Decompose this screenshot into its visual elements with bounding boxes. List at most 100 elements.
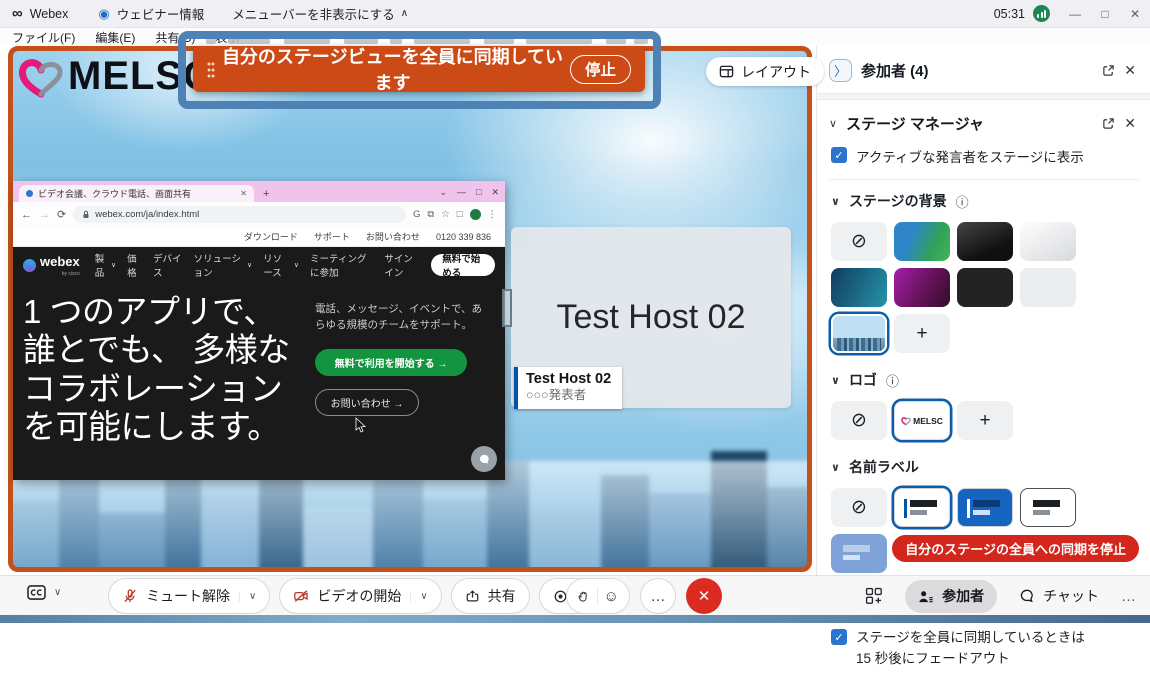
popout-icon[interactable]	[1102, 117, 1115, 130]
hero-start-free-button[interactable]: 無料で利用を開始する →	[315, 349, 467, 376]
resize-handle[interactable]	[502, 289, 512, 327]
nav-resources[interactable]: リソース∨	[263, 251, 299, 279]
fadeout-checkbox-row[interactable]: ✓ ステージを全員に同期しているときは 15 秒後にフェードアウト	[817, 615, 1150, 683]
link-contact[interactable]: お問い合わせ	[366, 230, 420, 243]
background-none-option[interactable]: ⊘	[831, 222, 887, 261]
name-label-section-header[interactable]: ∨ 名前ラベル	[817, 446, 1150, 481]
site-logo[interactable]: webex by cisco	[23, 253, 80, 277]
background-option-purple[interactable]	[894, 268, 950, 307]
info-icon[interactable]: ⓘ	[956, 192, 969, 211]
raise-hand-icon[interactable]	[577, 589, 591, 604]
share-screen-icon	[465, 589, 480, 604]
name-label-style3[interactable]	[1020, 488, 1076, 527]
background-option-black[interactable]	[957, 268, 1013, 307]
browser-maximize-icon[interactable]: □	[476, 187, 481, 198]
browser-close-icon[interactable]: ✕	[491, 187, 499, 198]
video-options-chevron-icon[interactable]: ∨	[410, 591, 427, 602]
nav-join-meeting[interactable]: ミーティングに参加	[310, 251, 372, 279]
name-label-style2[interactable]	[957, 488, 1013, 527]
browser-more-icon[interactable]: ⋮	[488, 209, 498, 220]
mic-options-chevron-icon[interactable]: ∨	[239, 591, 256, 602]
participants-panel-button[interactable]: 参加者	[905, 580, 997, 613]
logo-add-button[interactable]: +	[957, 401, 1013, 440]
popout-icon[interactable]	[1102, 64, 1115, 77]
more-options-button[interactable]: …	[640, 578, 676, 614]
link-support[interactable]: サポート	[314, 230, 350, 243]
connection-quality-icon[interactable]	[1033, 5, 1050, 22]
name-label-style1-selected[interactable]	[894, 488, 950, 527]
new-tab-button[interactable]: +	[263, 188, 269, 202]
hide-menubar-button[interactable]: メニューバーを非表示にする ∧	[232, 4, 408, 23]
site-logo-text: webex	[40, 254, 80, 269]
layout-button[interactable]: レイアウト	[706, 57, 824, 86]
nav-signin[interactable]: サインイン	[384, 251, 419, 279]
site-chat-widget[interactable]	[471, 446, 497, 472]
unmute-button[interactable]: ミュート解除 ∨	[108, 578, 270, 614]
active-speaker-checkbox-row[interactable]: ✓ アクティブな発言者をステージに表示	[817, 145, 1150, 179]
browser-menu-caret-icon[interactable]: ⌄	[439, 187, 447, 198]
chevron-down-icon[interactable]: ∨	[829, 117, 837, 130]
reactions-smiley-icon[interactable]: ☺	[604, 588, 619, 605]
logo-section-header[interactable]: ∨ ロゴ ⓘ	[817, 359, 1150, 394]
bookmark-star-icon[interactable]: ☆	[441, 209, 450, 220]
apps-grid-icon[interactable]	[865, 587, 883, 605]
background-option-gray[interactable]	[1020, 268, 1076, 307]
sync-stage-banner[interactable]: 自分のステージビューを全員に同期しています 停止	[193, 46, 645, 92]
chevron-down-icon[interactable]: ∨	[54, 587, 61, 598]
menu-file[interactable]: ファイル(F)	[12, 29, 75, 46]
logo-option-melsc-selected[interactable]: MELSC	[894, 401, 950, 440]
translate-icon[interactable]: G	[413, 209, 420, 220]
browser-minimize-icon[interactable]: —	[457, 187, 466, 198]
name-label-none-option[interactable]: ⊘	[831, 488, 887, 527]
info-icon[interactable]: ⓘ	[886, 371, 899, 390]
captions-button[interactable]: ∨	[26, 584, 61, 601]
checkbox-checked-icon[interactable]: ✓	[831, 147, 847, 163]
nav-solutions[interactable]: ソリューション∨	[194, 251, 252, 279]
share-page-icon[interactable]: ⧉	[427, 209, 434, 220]
drag-handle-icon[interactable]	[207, 61, 215, 78]
background-add-button[interactable]: +	[894, 314, 950, 353]
menu-edit[interactable]: 編集(E)	[95, 29, 135, 46]
stage-background-section-header[interactable]: ∨ ステージの背景 ⓘ	[817, 180, 1150, 215]
close-panel-icon[interactable]: ✕	[1124, 62, 1136, 79]
background-option-light-wave[interactable]	[1020, 222, 1076, 261]
stop-sync-all-button[interactable]: 自分のステージの全員への同期を停止	[892, 535, 1139, 562]
hero-contact-button[interactable]: お問い合わせ →	[315, 389, 419, 416]
collapse-panel-button[interactable]: 〉	[829, 59, 852, 82]
leave-meeting-button[interactable]: ✕	[686, 578, 722, 614]
site-cta-button[interactable]: 無料で始める	[431, 254, 495, 276]
background-option-teal[interactable]	[831, 268, 887, 307]
tab-groups-icon[interactable]: □	[457, 209, 463, 220]
share-button[interactable]: 共有	[451, 578, 530, 614]
address-bar[interactable]: webex.com/ja/index.html	[73, 206, 406, 223]
toolbar-more-icon[interactable]: …	[1121, 588, 1136, 605]
link-download[interactable]: ダウンロード	[244, 230, 298, 243]
close-stage-manager-icon[interactable]: ✕	[1124, 115, 1136, 132]
chat-panel-button[interactable]: チャット	[1019, 586, 1099, 606]
background-option-city-selected[interactable]	[831, 314, 887, 353]
profile-avatar[interactable]	[470, 209, 481, 220]
tab-close-icon[interactable]: ✕	[240, 189, 247, 198]
stage-background-title: ステージの背景	[849, 191, 947, 211]
stop-sync-banner-button[interactable]: 停止	[570, 55, 631, 84]
reload-icon[interactable]: ⟳	[57, 208, 66, 221]
start-video-button[interactable]: ビデオの開始 ∨	[279, 578, 441, 614]
melsc-heart-icon	[18, 55, 64, 99]
nav-pricing[interactable]: 価格	[127, 251, 142, 279]
checkbox-checked-icon[interactable]: ✓	[831, 629, 847, 645]
background-option-gradient-green[interactable]	[894, 222, 950, 261]
browser-tab[interactable]: ビデオ会議、クラウド電話、画面共有 ✕	[19, 185, 254, 202]
background-option-dark-wave[interactable]	[957, 222, 1013, 261]
maximize-button[interactable]: □	[1090, 7, 1120, 21]
minimize-button[interactable]: —	[1060, 7, 1090, 21]
logo-none-option[interactable]: ⊘	[831, 401, 887, 440]
webinar-info-button[interactable]: ◉ ウェビナー情報	[98, 4, 204, 23]
none-icon: ⊘	[851, 409, 867, 432]
close-window-button[interactable]: ✕	[1120, 7, 1150, 21]
name-label-style4[interactable]	[831, 534, 887, 573]
back-icon[interactable]: ←	[21, 209, 32, 221]
forward-icon[interactable]: →	[39, 209, 50, 221]
nav-products[interactable]: 製品∨	[95, 251, 116, 279]
webex-site-content: webex by cisco 製品∨ 価格 デバイス ソリューション∨ リソース…	[13, 247, 505, 480]
nav-devices[interactable]: デバイス	[153, 251, 183, 279]
